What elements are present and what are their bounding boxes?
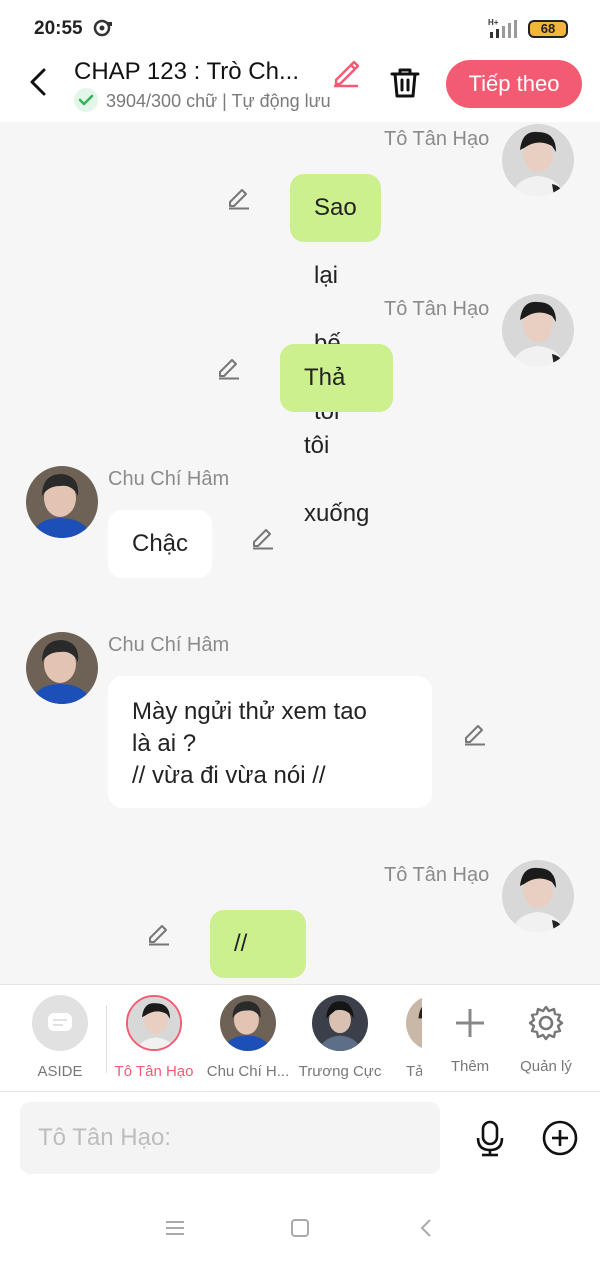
plus-icon [456,1009,484,1037]
character-label: Trương Cực [298,1063,382,1080]
status-bar: 20:55 H+ 68 [0,0,600,56]
back-icon[interactable] [416,1218,436,1238]
edit-message-icon[interactable] [226,184,252,210]
menu-icon[interactable] [164,1218,186,1238]
character-partial[interactable]: Tả [386,995,422,1080]
character-label: ASIDE [37,1063,83,1080]
edit-message-icon[interactable] [146,920,172,946]
character-chu-chi-ham[interactable]: Chu Chí H... [198,995,298,1080]
character-label: Tả [406,1063,422,1080]
add-circle-icon[interactable] [540,1118,580,1158]
sender-name: Chu Chí Hâm [108,634,230,656]
separator: | [222,90,227,111]
aside-icon [32,995,88,1051]
microphone-icon[interactable] [470,1118,510,1158]
message-bubble[interactable]: Mày ngửi thử xem tao là ai ? // vừa đi v… [108,676,432,808]
back-arrow-icon[interactable] [24,66,52,98]
avatar[interactable] [26,632,98,704]
message-bubble[interactable]: Chậc [108,510,213,578]
avatar[interactable] [502,124,574,196]
character-bar: ASIDE Tô Tân Hạo Chu Chí H... Trương Cực… [0,984,600,1092]
sender-name: Chu Chí Hâm [108,468,230,490]
check-icon [74,88,98,112]
system-nav-bar [0,1188,600,1267]
manage-button[interactable]: Quản lý [496,995,596,1075]
chat-area[interactable]: Tô Tân Hạo Sao lại bế tôi Tô Tân Hạo Thả… [0,122,600,984]
character-to-tan-hao[interactable]: Tô Tân Hạo [104,995,204,1080]
edit-message-icon[interactable] [462,720,488,746]
message-line: là ai ? [132,730,197,757]
chapter-title[interactable]: CHAP 123 : Trò Ch... [74,58,299,86]
status-time: 20:55 [34,18,83,39]
message-line: // vừa đi vừa nói // [132,762,326,789]
avatar[interactable] [502,294,574,366]
battery-level: 68 [540,21,556,36]
character-truong-cuc[interactable]: Trương Cực [290,995,390,1080]
word-count: 3904/300 chữ [106,90,218,111]
network-type: H+ [488,18,499,27]
home-icon[interactable] [290,1218,310,1238]
avatar [126,995,182,1051]
sender-name: Tô Tân Hạo [384,864,490,886]
message-bubble[interactable]: Thả tôi xuống [280,344,394,527]
hotspot-icon [93,19,112,37]
editor-header: CHAP 123 : Trò Ch... 3904/300 chữ | Tự đ… [0,56,600,122]
signal-icon: H+ [488,18,517,38]
avatar [220,995,276,1051]
message-bubble[interactable]: // ngửi lấy cổ anh // [210,910,307,978]
sender-name: Tô Tân Hạo [384,298,490,320]
edit-message-icon[interactable] [216,354,242,380]
autosave-label: Tự động lưu [231,90,331,111]
avatar [312,995,368,1051]
character-aside[interactable]: ASIDE [10,995,110,1080]
avatar[interactable] [502,860,574,932]
message-line: Mày ngửi thử xem tao [132,698,367,725]
edit-title-icon[interactable] [330,56,362,88]
trash-icon[interactable] [386,64,424,102]
next-button[interactable]: Tiếp theo [446,60,582,108]
save-status: 3904/300 chữ | Tự động lưu [74,88,331,114]
composer: Tô Tân Hạo: [0,1092,600,1188]
battery-icon: 68 [528,20,568,38]
gear-icon [528,1005,564,1041]
character-label: Chu Chí H... [206,1063,290,1080]
sender-name: Tô Tân Hạo [384,128,490,150]
message-input[interactable]: Tô Tân Hạo: [20,1102,440,1174]
manage-label: Quản lý [520,1058,572,1075]
edit-message-icon[interactable] [250,524,276,550]
avatar[interactable] [26,466,98,538]
character-label: Tô Tân Hạo [114,1063,194,1080]
message-bubble[interactable]: Sao lại bế tôi [290,174,381,425]
